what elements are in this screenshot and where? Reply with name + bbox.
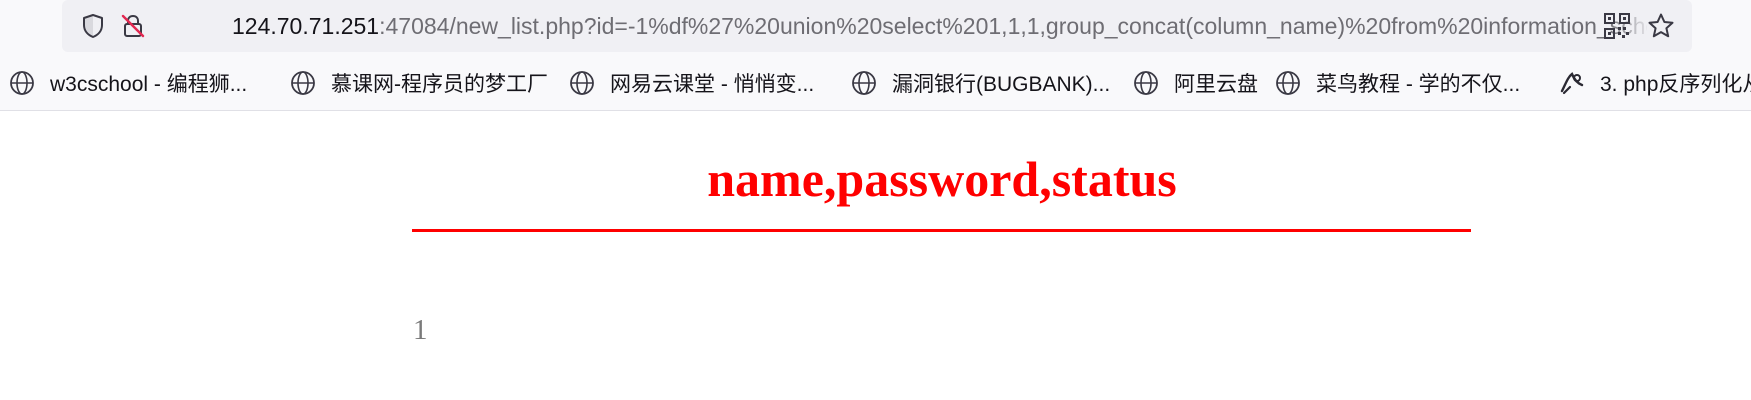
tracking-protection-shield-icon[interactable] — [78, 11, 108, 41]
bookmark-item[interactable]: 阿里云盘 — [1132, 56, 1258, 110]
globe-icon — [8, 69, 36, 97]
globe-icon — [289, 69, 317, 97]
bookmark-star-icon[interactable] — [1646, 11, 1676, 41]
globe-icon — [1132, 69, 1160, 97]
list-value: 1 — [413, 314, 428, 346]
bookmark-label: w3cschool - 编程狮... — [50, 73, 248, 96]
bookmark-label: 漏洞银行(BUGBANK)... — [892, 73, 1111, 96]
url-text[interactable]: 124.70.71.251:47084/new_list.php?id=-1%d… — [232, 9, 1647, 43]
bookmark-label: 3. php反序列化从入门... — [1600, 73, 1751, 96]
bookmark-item[interactable]: 菜鸟教程 - 学的不仅... — [1274, 56, 1520, 110]
bookmark-logo-icon — [1558, 69, 1586, 97]
address-bar[interactable]: 124.70.71.251:47084/new_list.php?id=-1%d… — [62, 0, 1692, 52]
bookmark-item[interactable]: 慕课网-程序员的梦工厂 — [289, 56, 548, 110]
globe-icon — [568, 69, 596, 97]
bookmark-label: 阿里云盘 — [1174, 73, 1258, 96]
bookmarks-toolbar: w3cschool - 编程狮... 慕课网-程序员的梦工厂 网易云课堂 - 悄… — [0, 56, 1751, 111]
globe-icon — [1274, 69, 1302, 97]
url-path: :47084/new_list.php?id=-1%df%27%20union%… — [379, 13, 1647, 39]
bookmark-item[interactable]: 3. php反序列化从入门... — [1558, 56, 1751, 110]
page-content: name,password,status 1 — [0, 111, 1751, 400]
globe-icon — [850, 69, 878, 97]
bookmark-label: 菜鸟教程 - 学的不仅... — [1316, 73, 1521, 96]
bookmark-item[interactable]: 漏洞银行(BUGBANK)... — [850, 56, 1110, 110]
bookmark-label: 慕课网-程序员的梦工厂 — [331, 73, 548, 96]
bookmark-item[interactable]: w3cschool - 编程狮... — [8, 56, 247, 110]
insecure-connection-lock-icon[interactable] — [118, 11, 148, 41]
bookmark-item[interactable]: 网易云课堂 - 悄悄变... — [568, 56, 814, 110]
page-title: name,password,status — [707, 151, 1177, 207]
bookmark-label: 网易云课堂 - 悄悄变... — [610, 73, 815, 96]
browser-toolbar: 124.70.71.251:47084/new_list.php?id=-1%d… — [0, 0, 1751, 56]
url-host: 124.70.71.251 — [232, 13, 380, 39]
title-divider — [412, 229, 1471, 232]
qr-code-icon[interactable] — [1602, 11, 1632, 41]
